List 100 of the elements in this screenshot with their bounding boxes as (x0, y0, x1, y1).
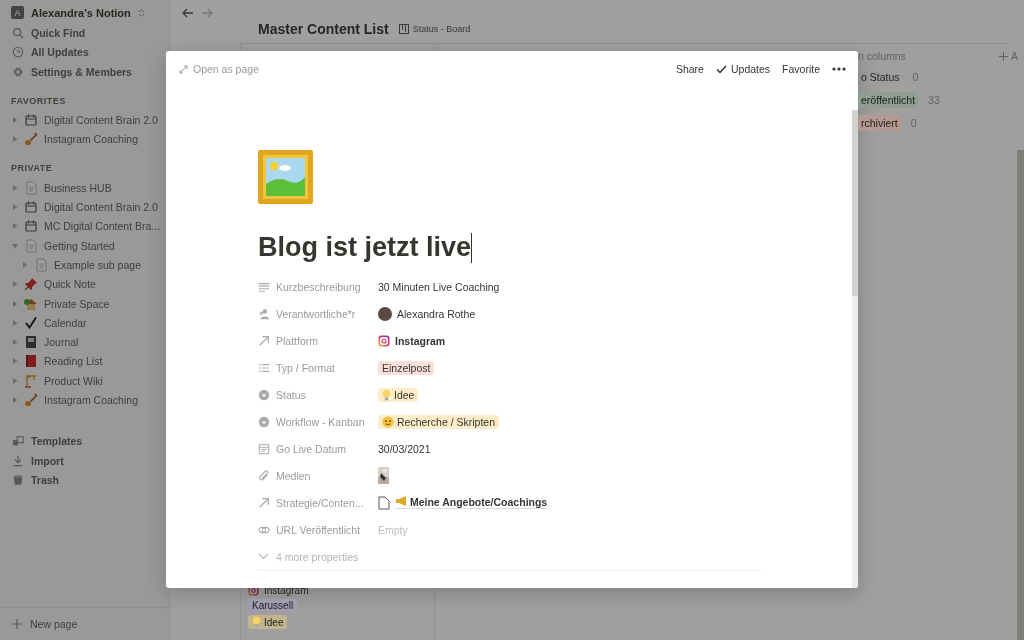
property-label[interactable]: Typ / Format (258, 361, 378, 374)
tag: Karussell (248, 599, 298, 612)
expand-triangle-icon[interactable] (12, 339, 18, 346)
open-as-page-button[interactable]: Open as page (179, 63, 259, 75)
person-icon (258, 307, 270, 320)
property-label[interactable]: Kurzbeschreibung (258, 280, 378, 293)
group-count: 33 (928, 94, 940, 106)
page-title[interactable]: Blog ist jetzt live (258, 232, 472, 263)
status-icon (258, 415, 270, 428)
checkmark-icon (715, 64, 727, 74)
workspace-name[interactable]: Alexandra's Notion (31, 6, 131, 19)
scrollbar[interactable] (1017, 150, 1024, 640)
forward-arrow-icon[interactable] (201, 7, 213, 19)
header-button[interactable]: Updates (715, 63, 771, 75)
chevron-down-icon (258, 553, 269, 560)
new-page-button[interactable]: New page (0, 607, 169, 640)
property-label[interactable]: Status (258, 388, 378, 401)
group-count: 0 (910, 117, 917, 129)
sidebar-item[interactable]: Digital Content Brain 2.0 (0, 110, 169, 130)
sidebar-item[interactable]: Calendar (0, 313, 169, 333)
more-properties-button[interactable]: 4 more properties (258, 543, 762, 571)
framed-picture-icon[interactable] (258, 150, 313, 204)
sidebar-action[interactable]: Quick Find (0, 23, 169, 43)
expand-triangle-icon[interactable] (12, 281, 18, 288)
calendar-icon (24, 200, 38, 215)
group-count: 0 (912, 71, 919, 83)
expand-triangle-icon[interactable] (12, 358, 18, 365)
calendar-icon (24, 113, 38, 128)
sidebar-action[interactable]: Import (0, 451, 169, 471)
sidebar-item[interactable]: Business HUB (0, 178, 169, 198)
relation-link[interactable]: Meine Angebote/Coachings (395, 496, 548, 509)
download-icon (12, 454, 24, 467)
notebook-icon (24, 335, 38, 350)
page-icon (34, 257, 48, 272)
instagram-icon (378, 334, 390, 347)
sidebar-item[interactable]: Getting Started (0, 236, 169, 256)
person-name[interactable]: Alexandra Rothe (397, 307, 476, 320)
section-heading: PRIVATE (10, 162, 54, 176)
more-icon[interactable] (832, 67, 846, 71)
group-label: o Status (860, 70, 901, 85)
tag[interactable]: Recherche / Skripten (378, 414, 500, 429)
settings-icon (12, 65, 24, 78)
sidebar-item[interactable]: Product Wiki (0, 371, 169, 391)
empty-placeholder[interactable]: Empty (378, 523, 408, 536)
expand-triangle-icon[interactable] (22, 261, 28, 268)
property-label[interactable]: Workflow - Kanban (258, 415, 378, 428)
expand-triangle-icon[interactable] (12, 319, 18, 326)
guitar-icon (24, 393, 38, 407)
expand-triangle-icon[interactable] (12, 377, 18, 384)
sidebar-item[interactable]: Example sub page (0, 255, 169, 275)
property-label[interactable]: Go Live Datum (258, 442, 378, 455)
avatar (378, 306, 392, 321)
pushpin-icon (24, 277, 38, 292)
sidebar-item[interactable]: Private Space (0, 293, 169, 314)
expand-triangle-icon[interactable] (12, 117, 18, 124)
expand-triangle-icon[interactable] (12, 204, 18, 211)
back-arrow-icon[interactable] (182, 7, 194, 19)
tag[interactable]: Einzelpost (378, 360, 435, 375)
platform-link[interactable]: Instagram (395, 334, 446, 347)
property-label[interactable]: Verantwortliche*r (258, 307, 378, 320)
plus-icon (999, 51, 1008, 61)
tag[interactable]: Idee (378, 387, 419, 402)
sidebar-action[interactable]: Trash (0, 470, 169, 491)
sidebar-item[interactable]: Digital Content Brain 2.0 (0, 197, 169, 217)
sidebar-action[interactable]: Settings & Members (0, 62, 169, 82)
database-title: Master Content List (258, 21, 389, 37)
arrow-icon (258, 496, 270, 509)
add-group-button[interactable]: A (999, 50, 1018, 62)
templates-icon (12, 435, 24, 448)
expand-triangle-icon[interactable] (12, 136, 18, 143)
expand-triangle-icon[interactable] (12, 223, 18, 230)
expand-icon (179, 64, 188, 74)
house-icon (24, 296, 38, 311)
chevron-updown-icon[interactable] (137, 7, 145, 18)
property-value: 30 Minuten Live Coaching (378, 280, 500, 293)
scrollbar[interactable] (852, 110, 858, 588)
sidebar-item[interactable]: MC Digital Content Bra... (0, 216, 169, 236)
property-label[interactable]: Medien (258, 469, 378, 482)
sidebar-item[interactable]: Quick Note (0, 274, 169, 294)
sidebar-item[interactable]: Instagram Coaching (0, 129, 169, 150)
group-label: rchiviert (858, 115, 901, 131)
property-label[interactable]: URL Veröffentlicht (258, 523, 378, 536)
sidebar-item[interactable]: Instagram Coaching (0, 390, 169, 410)
sidebar-item[interactable]: Journal (0, 332, 169, 352)
expand-triangle-icon[interactable] (12, 300, 18, 307)
sidebar-action[interactable]: Templates (0, 431, 169, 452)
sidebar-item[interactable]: Reading List (0, 351, 169, 372)
view-selector[interactable]: Status - Board (398, 24, 471, 34)
text-lines-icon (258, 280, 270, 293)
property-label[interactable]: Plattform (258, 334, 378, 347)
platform-label: Instagram (264, 585, 309, 596)
expand-triangle-icon[interactable] (12, 184, 18, 191)
sidebar-action[interactable]: All Updates (0, 42, 169, 62)
page-icon (378, 495, 390, 510)
arrow-icon (258, 334, 270, 347)
header-button[interactable]: Favorite (782, 63, 820, 75)
collapse-triangle-icon[interactable] (12, 242, 18, 249)
property-label[interactable]: Strategie/Conten... (258, 496, 378, 509)
header-button[interactable]: Share (675, 63, 704, 75)
expand-triangle-icon[interactable] (12, 397, 18, 403)
